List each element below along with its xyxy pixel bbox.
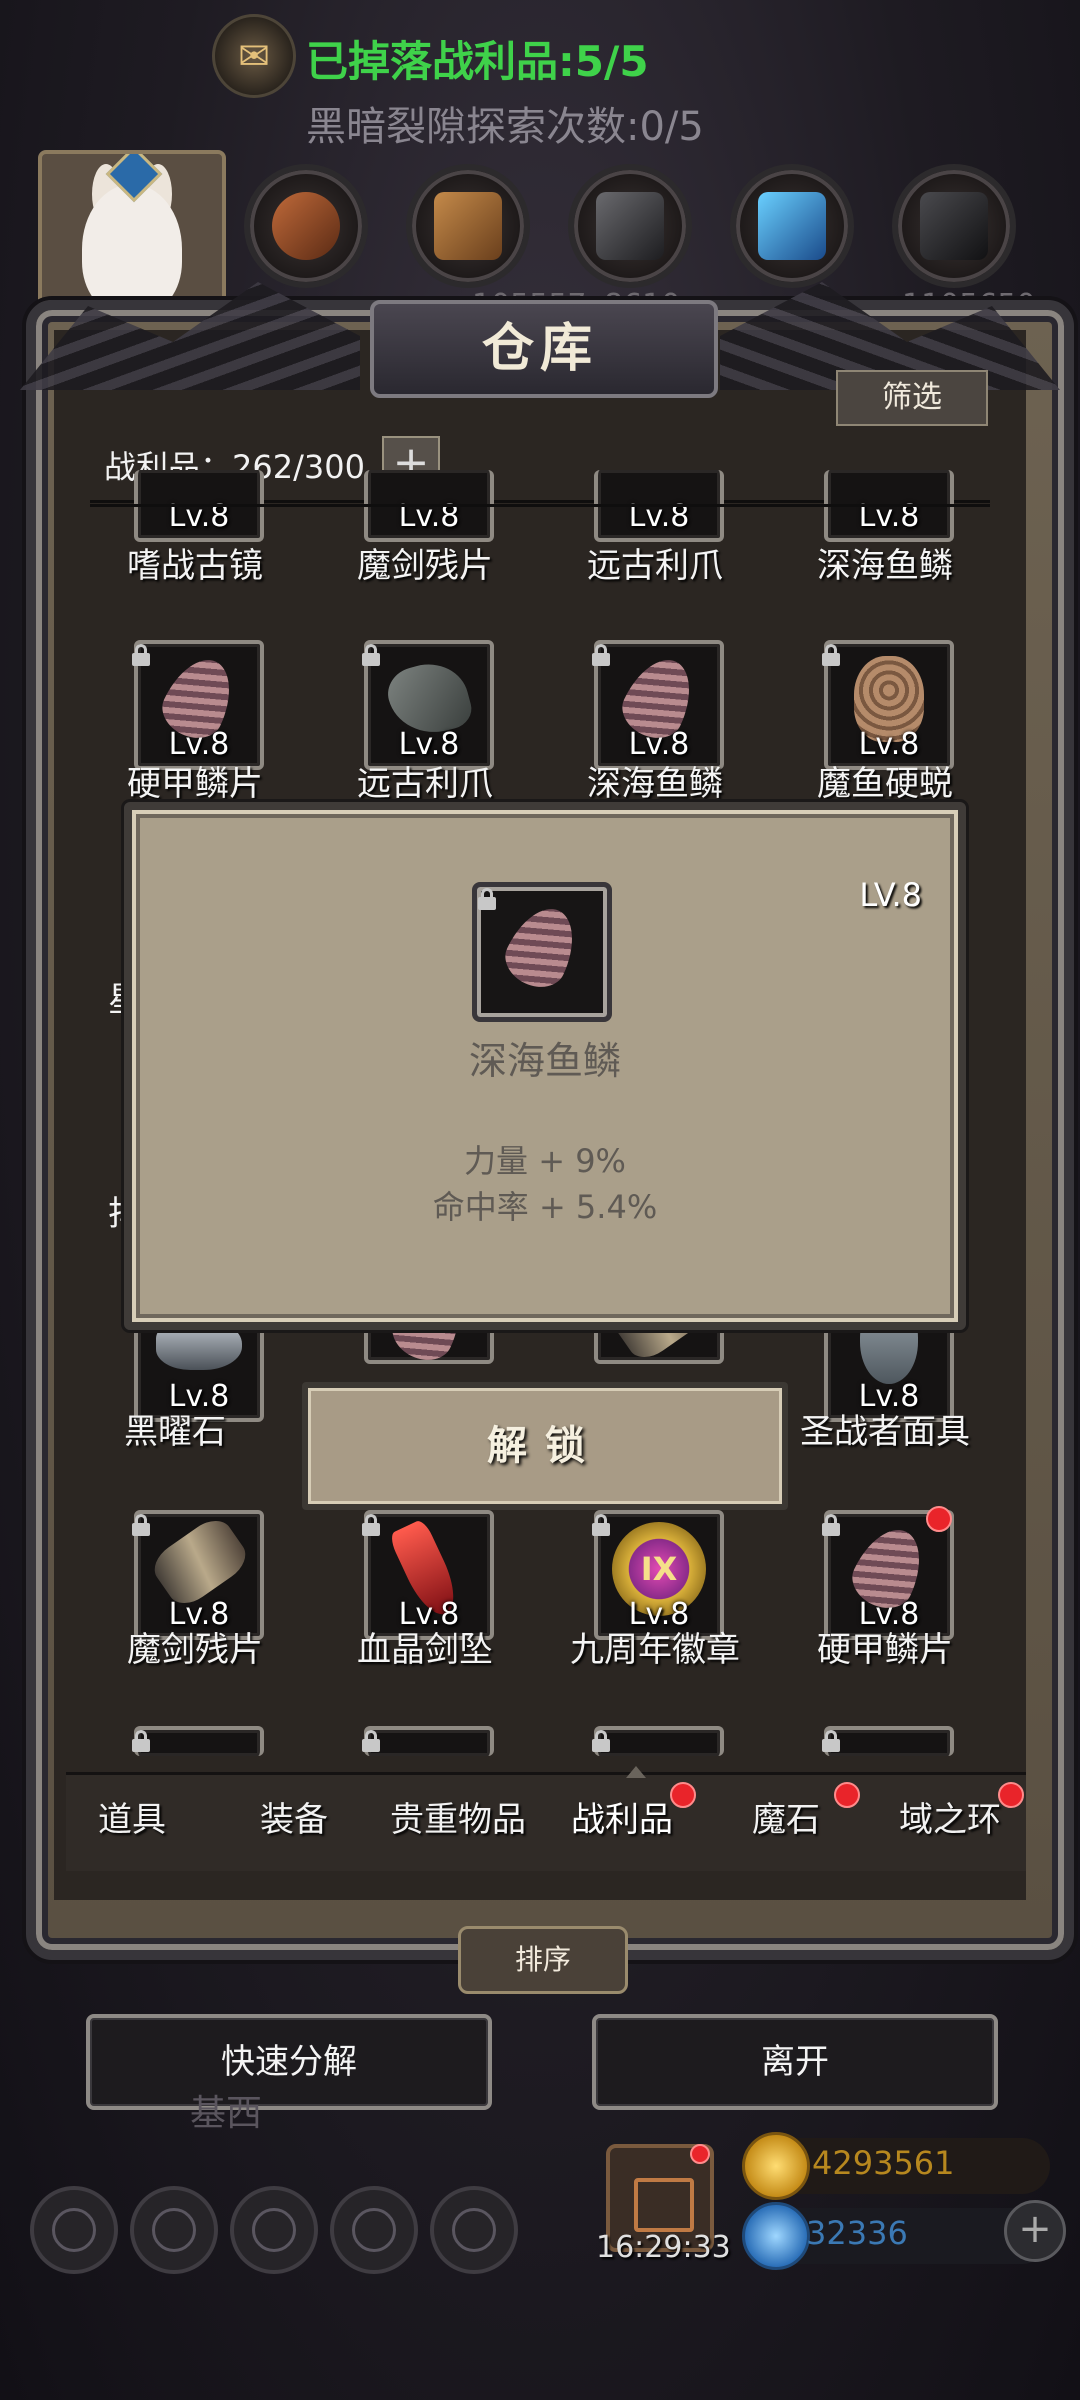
tooltip-level: LV.8 bbox=[859, 876, 922, 914]
settings-icon[interactable] bbox=[30, 2186, 118, 2274]
item-name: 魔剑残片 bbox=[357, 546, 493, 586]
lock-icon bbox=[362, 644, 380, 666]
guild-icon[interactable] bbox=[230, 2186, 318, 2274]
countdown-timer: 16:29:33 bbox=[596, 2230, 731, 2265]
new-item-dot bbox=[926, 1506, 952, 1532]
item-name: 深海鱼鳞 bbox=[817, 546, 953, 586]
quick-decompose-button[interactable]: 快速分解 bbox=[86, 2014, 492, 2110]
item-tooltip: LV.8 深海鱼鳞 力量 + 9% 命中率 + 5.4% bbox=[124, 802, 966, 1330]
page-title: 仓库 bbox=[481, 318, 598, 379]
lock-icon bbox=[478, 888, 496, 910]
lock-icon bbox=[592, 1514, 610, 1536]
lock-icon bbox=[132, 644, 150, 666]
tooltip-stat-1: 力量 + 9% bbox=[464, 1142, 626, 1180]
filter-button[interactable]: 筛选 bbox=[836, 370, 988, 426]
item-slot[interactable]: Lv.8 bbox=[134, 640, 264, 770]
active-tab-caret-icon bbox=[626, 1766, 646, 1778]
item-name: 硬甲鳞片 bbox=[817, 1630, 953, 1670]
item-name: 九周年徽章 bbox=[570, 1630, 740, 1670]
lock-icon bbox=[132, 1514, 150, 1536]
item-slot[interactable] bbox=[364, 1726, 494, 1756]
item-name: 圣战者面具 bbox=[800, 1412, 970, 1452]
item-slot[interactable]: Lv.8 bbox=[594, 640, 724, 770]
lock-icon bbox=[822, 644, 840, 666]
gem-icon bbox=[742, 2202, 810, 2270]
item-slot[interactable]: Lv.8 bbox=[364, 640, 494, 770]
resource-slot-1[interactable] bbox=[244, 164, 368, 288]
mail-icon[interactable] bbox=[330, 2186, 418, 2274]
item-slot[interactable]: IX Lv.8 bbox=[594, 1510, 724, 1640]
lock-icon bbox=[822, 1514, 840, 1536]
tooltip-stat-2: 命中率 + 5.4% bbox=[432, 1188, 658, 1226]
lock-icon bbox=[822, 1730, 840, 1752]
item-slot[interactable] bbox=[134, 1726, 264, 1756]
tooltip-item-name: 深海鱼鳞 bbox=[468, 1039, 621, 1083]
item-slot[interactable] bbox=[824, 1726, 954, 1756]
item-name: 魔剑残片 bbox=[127, 1630, 263, 1670]
gem-amount: 32336 bbox=[806, 2214, 908, 2252]
tab-loot-alert-dot bbox=[670, 1782, 696, 1808]
lock-icon bbox=[592, 1730, 610, 1752]
lock-icon bbox=[362, 1730, 380, 1752]
gift-alert-dot bbox=[690, 2144, 710, 2164]
achievement-icon[interactable] bbox=[130, 2186, 218, 2274]
resource-slot-5[interactable] bbox=[892, 164, 1016, 288]
gold-amount: 4293561 bbox=[812, 2144, 955, 2182]
tab-magic-stone-alert-dot bbox=[834, 1782, 860, 1808]
scroll-icon[interactable]: ✉ bbox=[212, 14, 296, 98]
tab-domain-ring-alert-dot bbox=[998, 1782, 1024, 1808]
leave-button[interactable]: 离开 bbox=[592, 2014, 998, 2110]
item-slot[interactable] bbox=[594, 1726, 724, 1756]
item-name: 硬甲鳞片 bbox=[127, 764, 263, 804]
lock-icon bbox=[362, 1514, 380, 1536]
item-name: 黑曜石 bbox=[124, 1412, 226, 1452]
item-slot[interactable]: Lv.8 bbox=[364, 1510, 494, 1640]
shop-icon[interactable] bbox=[430, 2186, 518, 2274]
resource-slot-4[interactable] bbox=[730, 164, 854, 288]
item-name: 血晶剑坠 bbox=[357, 1630, 493, 1670]
item-slot[interactable]: Lv.8 bbox=[824, 640, 954, 770]
item-name: 嗜战古镜 bbox=[127, 546, 263, 586]
gold-coin-icon bbox=[742, 2132, 810, 2200]
item-name: 远古利爪 bbox=[587, 546, 723, 586]
loot-dropped-text: 已掉落战利品:5/5 bbox=[306, 37, 649, 86]
item-slot[interactable]: Lv.8 bbox=[134, 1510, 264, 1640]
item-name: 深海鱼鳞 bbox=[587, 764, 723, 804]
divider bbox=[90, 504, 990, 507]
tab-items[interactable]: 道具 bbox=[52, 1792, 212, 1841]
resource-slot-2[interactable] bbox=[406, 164, 530, 288]
unlock-button[interactable]: 解锁 bbox=[302, 1382, 788, 1510]
tab-valuables[interactable]: 贵重物品 bbox=[378, 1792, 538, 1841]
location-text: 基西 bbox=[190, 2093, 263, 2134]
item-name: 魔鱼硬蜕 bbox=[817, 764, 953, 804]
tab-equipment[interactable]: 装备 bbox=[214, 1792, 374, 1841]
item-name: 远古利爪 bbox=[357, 764, 493, 804]
add-gems-button[interactable]: + bbox=[1004, 2200, 1066, 2262]
lock-icon bbox=[592, 644, 610, 666]
lock-icon bbox=[132, 1730, 150, 1752]
sort-button[interactable]: 排序 bbox=[458, 1926, 628, 1994]
resource-slot-3[interactable] bbox=[568, 164, 692, 288]
fish-scale-icon bbox=[496, 897, 588, 997]
rift-count-text: 黑暗裂隙探索次数:0/5 bbox=[306, 104, 704, 150]
